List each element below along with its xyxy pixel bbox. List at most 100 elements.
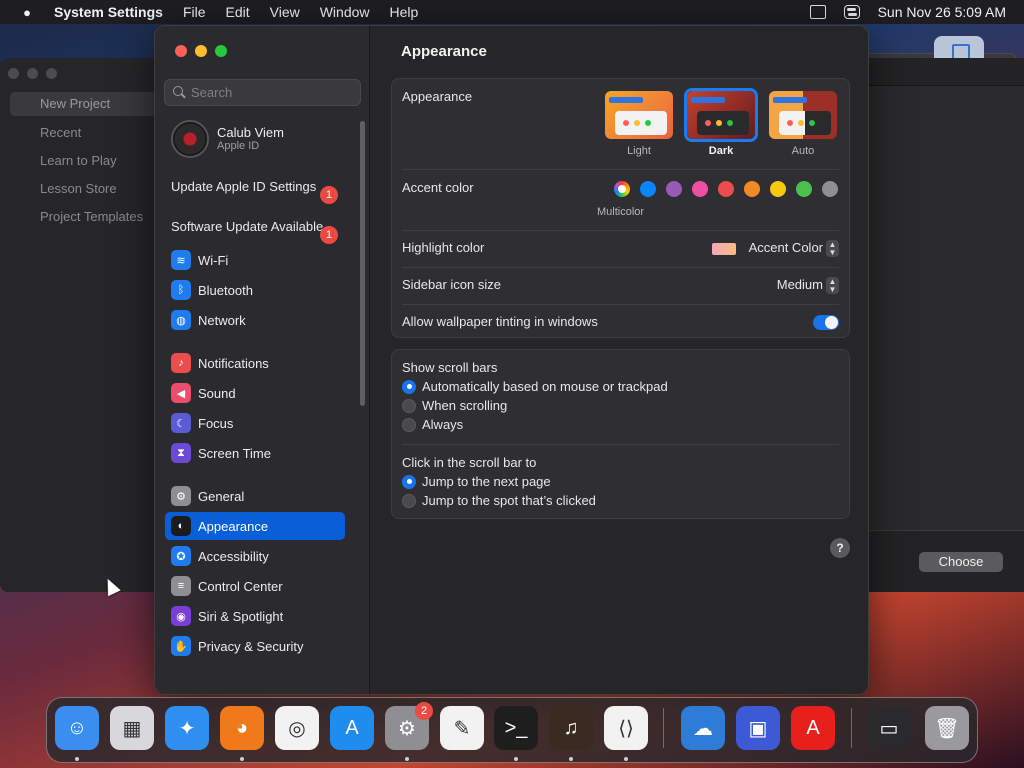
radio-button[interactable] [402, 398, 416, 413]
notice-update-apple-id[interactable]: Update Apple ID Settings [171, 179, 341, 195]
sidebar-item-label: Privacy & Security [198, 638, 304, 654]
sidebar-item-control-center[interactable]: ≡ Control Center [165, 572, 345, 600]
accent-swatch[interactable] [770, 181, 786, 197]
accent-swatch[interactable] [640, 181, 656, 197]
textedit-icon[interactable]: ✎ [440, 706, 484, 750]
radio-label: Jump to the spot that’s clicked [422, 493, 596, 508]
sidebar-item-label: Screen Time [198, 445, 271, 461]
speaker-icon: ◀ [171, 383, 191, 403]
radio-button[interactable] [402, 474, 416, 489]
bg-item-recent[interactable]: Recent [10, 121, 160, 145]
sidebar-item-bluetooth[interactable]: ᛒ Bluetooth [165, 276, 345, 304]
sidebar-item-general[interactable]: ⚙ General [165, 482, 345, 510]
sidebar-item-accessibility[interactable]: ✪ Accessibility [165, 542, 345, 570]
minimize-button[interactable] [195, 45, 207, 57]
chrome-icon[interactable]: ◎ [275, 706, 319, 750]
click-scroll-bar-heading: Click in the scroll bar to [402, 455, 537, 470]
sidebar-item-sound[interactable]: ◀ Sound [165, 379, 345, 407]
accent-swatch[interactable] [744, 181, 760, 197]
search-field[interactable] [164, 79, 361, 106]
help-button[interactable]: ? [830, 538, 850, 558]
sidebar-item-focus[interactable]: ☾ Focus [165, 409, 345, 437]
appearance-option-light[interactable] [605, 91, 673, 139]
firefox-icon[interactable]: ◕ [220, 706, 264, 750]
wallpaper-tinting-row: Allow wallpaper tinting in windows [402, 314, 839, 334]
show-scroll-bars-row: Show scroll bars Automatically based on … [402, 360, 839, 440]
finder-icon[interactable]: ☺ [55, 706, 99, 750]
guitar-icon[interactable]: ♫ [549, 706, 593, 750]
hand-icon: ✋ [171, 636, 191, 656]
launchpad-icon[interactable]: ▦ [110, 706, 154, 750]
search-input[interactable] [191, 83, 351, 102]
menu-clock[interactable]: Sun Nov 26 5:09 AM [878, 4, 1006, 20]
radio-button[interactable] [402, 379, 416, 394]
radio-button[interactable] [402, 493, 416, 508]
sidebar-item-siri-spotlight[interactable]: ◉ Siri & Spotlight [165, 602, 345, 630]
radio-button[interactable] [402, 417, 416, 432]
appstore-icon[interactable]: A [330, 706, 374, 750]
sidebar-item-privacy-security[interactable]: ✋ Privacy & Security [165, 632, 345, 660]
sidebar-item-screen-time[interactable]: ⧗ Screen Time [165, 439, 345, 467]
close-button[interactable] [175, 45, 187, 57]
radio-jump-next-page[interactable]: Jump to the next page [402, 474, 551, 489]
wallpaper-tinting-toggle[interactable] [813, 315, 839, 330]
app-menu[interactable]: System Settings [54, 4, 163, 20]
accent-swatch[interactable] [692, 181, 708, 197]
divider [402, 304, 839, 305]
accent-swatch[interactable] [718, 181, 734, 197]
safari-icon[interactable]: ✦ [165, 706, 209, 750]
window-thumbnail-icon[interactable]: ▭ [867, 706, 911, 750]
sidebar-item-appearance[interactable]: ◐ Appearance [165, 512, 345, 540]
bg-item-learn-to-play[interactable]: Learn to Play [10, 149, 160, 173]
sidebar-item-label: Accessibility [198, 548, 269, 564]
sidebar-item-wi-fi[interactable]: ≋ Wi-Fi [165, 246, 345, 274]
notice-software-update[interactable]: Software Update Available [171, 219, 341, 235]
notice-badge: 1 [320, 186, 338, 204]
appearance-option-auto[interactable] [769, 91, 837, 139]
apple-id-account[interactable]: Calub Viem Apple ID [171, 120, 356, 160]
accent-swatch[interactable] [796, 181, 812, 197]
appearance-option-dark[interactable] [687, 91, 755, 139]
adobe-icon[interactable]: A [791, 706, 835, 750]
terminal-icon[interactable]: >_ [494, 706, 538, 750]
sidebar-scrollbar[interactable] [360, 121, 365, 406]
menu-window[interactable]: Window [320, 4, 370, 20]
screens-icon[interactable]: ▣ [736, 706, 780, 750]
weather-icon[interactable]: ☁ [681, 706, 725, 750]
chevron-updown-icon[interactable]: ▲ ▼ [826, 240, 839, 257]
trash-icon[interactable]: 🗑 [925, 706, 969, 750]
highlight-color-swatch [712, 243, 736, 255]
divider [402, 169, 839, 170]
radio-scroll-when-scrolling[interactable]: When scrolling [402, 398, 507, 413]
accessibility-icon: ✪ [171, 546, 191, 566]
menu-edit[interactable]: Edit [226, 4, 250, 20]
menu-view[interactable]: View [270, 4, 300, 20]
bell-icon: ♪ [171, 353, 191, 373]
sidebar-item-network[interactable]: ◍ Network [165, 306, 345, 334]
accent-swatch[interactable] [666, 181, 682, 197]
screen-mirroring-icon[interactable] [809, 5, 826, 19]
bg-item-project-templates[interactable]: Project Templates [10, 205, 160, 229]
sidebar-icon-size-popup[interactable]: Medium [777, 277, 823, 292]
choose-button[interactable]: Choose [919, 552, 1003, 572]
control-center-icon[interactable] [843, 5, 860, 19]
accent-swatch[interactable] [822, 181, 838, 197]
vscode-icon[interactable]: ⟨⟩ [604, 706, 648, 750]
appearance-icon: ◐ [171, 516, 191, 536]
scroll-bar-settings-group: Show scroll bars Automatically based on … [391, 349, 850, 519]
radio-scroll-always[interactable]: Always [402, 417, 463, 432]
chevron-updown-icon[interactable]: ▲ ▼ [826, 277, 839, 294]
bg-item-lesson-store[interactable]: Lesson Store [10, 177, 160, 201]
menu-help[interactable]: Help [390, 4, 419, 20]
radio-scroll-auto[interactable]: Automatically based on mouse or trackpad [402, 379, 668, 394]
bg-item-new-project[interactable]: New Project [10, 92, 160, 116]
apple-menu-icon[interactable]: ● [0, 5, 54, 20]
radio-jump-to-spot[interactable]: Jump to the spot that’s clicked [402, 493, 596, 508]
accent-swatch-multicolor[interactable] [614, 181, 630, 197]
dock-badge: 2 [415, 702, 433, 720]
system-settings-window: Calub Viem Apple ID Update Apple ID Sett… [154, 25, 869, 695]
highlight-color-popup[interactable]: Accent Color [749, 240, 823, 255]
menu-file[interactable]: File [183, 4, 206, 20]
zoom-button[interactable] [215, 45, 227, 57]
sidebar-item-notifications[interactable]: ♪ Notifications [165, 349, 345, 377]
